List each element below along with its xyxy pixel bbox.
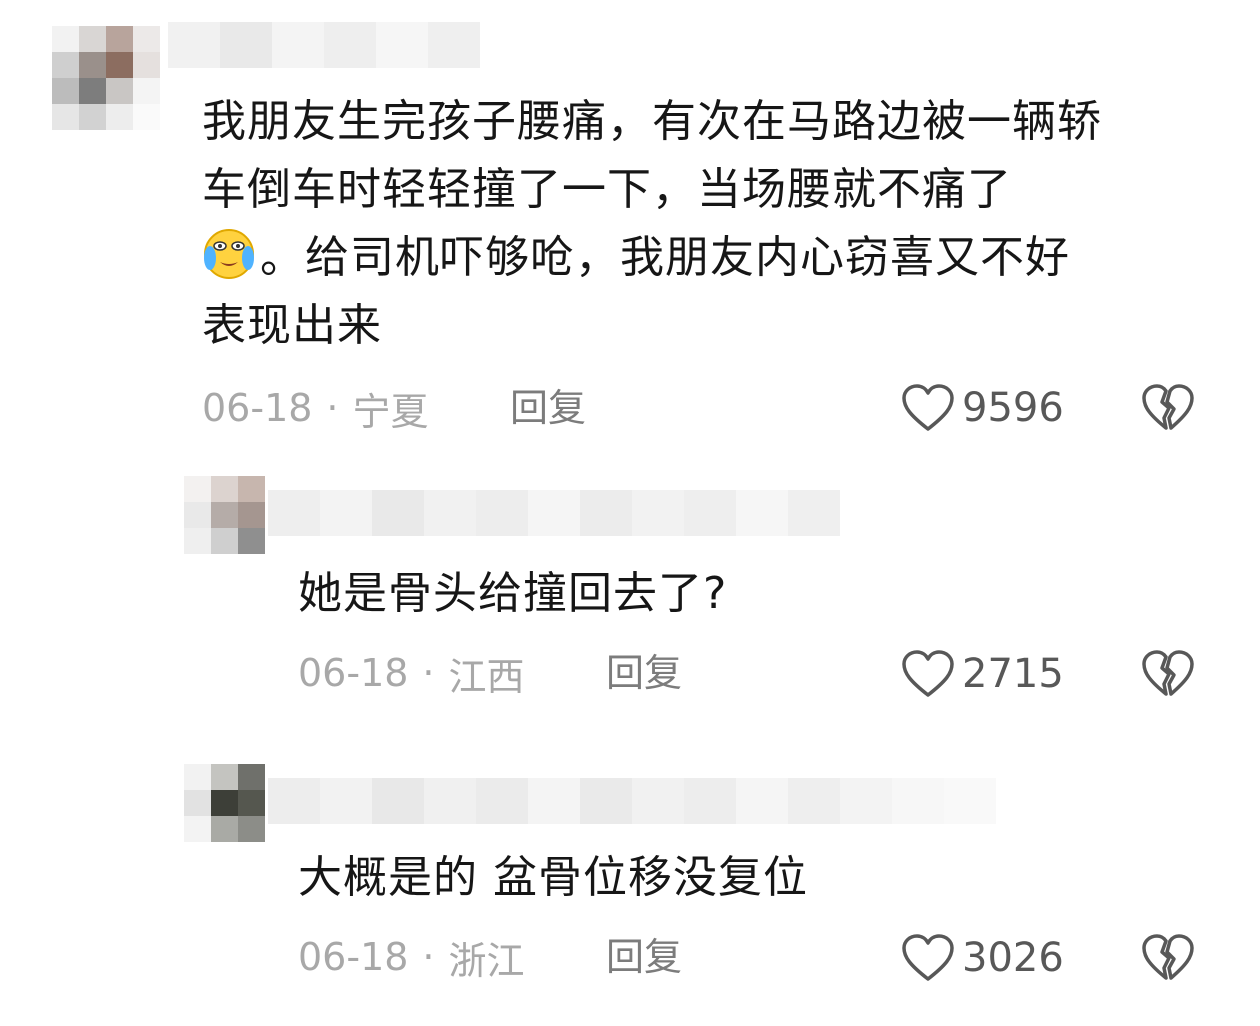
comment-meta: 06-18 · 宁夏 bbox=[202, 383, 429, 434]
comment-date: 06-18 bbox=[298, 935, 409, 979]
comment-text: 她是骨头给撞回去了? bbox=[298, 568, 728, 619]
username-blurred[interactable] bbox=[268, 490, 840, 536]
comment-text: 大概是的 盆骨位移没复位 bbox=[298, 852, 808, 903]
reply-button[interactable]: 回复 bbox=[606, 932, 682, 982]
comment-text-line: 我朋友生完孩子腰痛，有次在马路边被一辆轿 bbox=[202, 96, 1102, 147]
broken-heart-icon bbox=[1142, 650, 1194, 696]
avatar[interactable] bbox=[52, 26, 160, 130]
like-button[interactable]: 2715 bbox=[900, 644, 1064, 704]
comment-text-line: 表现出来 bbox=[202, 300, 382, 351]
avatar[interactable] bbox=[184, 476, 265, 554]
avatar[interactable] bbox=[184, 764, 265, 842]
comment-meta: 06-18 · 江西 bbox=[298, 648, 525, 699]
comment-text-line-with-emoji: 。给司机吓够呛，我朋友内心窃喜又不好 bbox=[202, 224, 1242, 292]
like-button[interactable]: 3026 bbox=[900, 928, 1064, 988]
heart-outline-icon bbox=[902, 384, 954, 431]
comment-text: 我朋友生完孩子腰痛，有次在马路边被一辆轿 车倒车时轻轻撞了一下，当场腰就不痛了 … bbox=[202, 88, 1242, 360]
crying-laughing-emoji-icon bbox=[204, 229, 254, 279]
like-count: 2715 bbox=[962, 651, 1064, 697]
username-blurred[interactable] bbox=[268, 778, 996, 824]
like-count: 3026 bbox=[962, 935, 1064, 981]
comment-location: 浙江 bbox=[448, 938, 525, 983]
broken-heart-icon bbox=[1142, 934, 1194, 980]
dislike-button[interactable] bbox=[1140, 648, 1196, 704]
like-button[interactable]: 9596 bbox=[900, 378, 1064, 438]
dislike-button[interactable] bbox=[1140, 382, 1196, 438]
separator: · bbox=[422, 935, 435, 979]
heart-outline-icon bbox=[902, 650, 954, 697]
comment-text-line: 车倒车时轻轻撞了一下，当场腰就不痛了 bbox=[202, 164, 1012, 215]
like-count: 9596 bbox=[962, 385, 1064, 431]
heart-outline-icon bbox=[902, 934, 954, 981]
comment-date: 06-18 bbox=[298, 651, 409, 695]
comment-location: 江西 bbox=[448, 654, 525, 699]
comment-meta: 06-18 · 浙江 bbox=[298, 932, 525, 983]
dislike-button[interactable] bbox=[1140, 932, 1196, 988]
reply-button[interactable]: 回复 bbox=[510, 383, 586, 433]
username-blurred[interactable] bbox=[168, 22, 480, 68]
comment-location: 宁夏 bbox=[352, 389, 429, 434]
broken-heart-icon bbox=[1142, 384, 1194, 430]
separator: · bbox=[422, 651, 435, 695]
comment-date: 06-18 bbox=[202, 386, 313, 430]
comment-text-line: 。给司机吓够呛，我朋友内心窃喜又不好 bbox=[260, 232, 1070, 283]
separator: · bbox=[326, 386, 339, 430]
reply-button[interactable]: 回复 bbox=[606, 648, 682, 698]
